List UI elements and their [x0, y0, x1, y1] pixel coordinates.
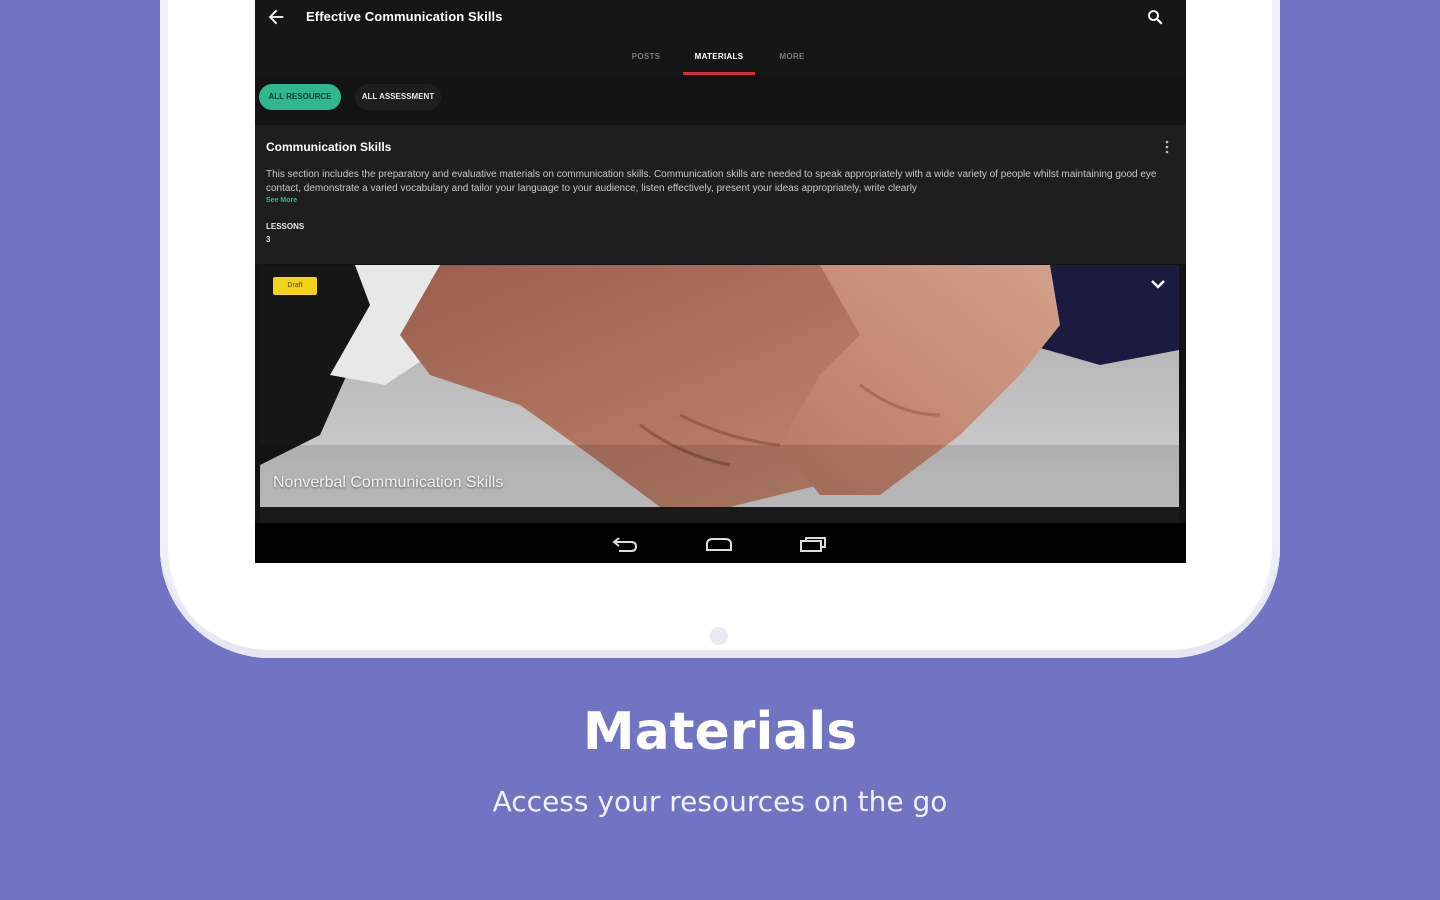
- list-footer: [260, 507, 1179, 523]
- nav-recents-icon[interactable]: [798, 535, 828, 553]
- see-more-link[interactable]: See More: [266, 197, 297, 204]
- nav-back-icon[interactable]: [611, 535, 639, 553]
- filter-chip-row: ALL RESOURCE ALL ASSESSMENT: [255, 75, 1186, 125]
- section-title: Communication Skills: [266, 140, 392, 154]
- material-card-title: Nonverbal Communication Skills: [273, 474, 504, 491]
- tab-bar: POSTS MATERIALS MORE: [255, 48, 1186, 75]
- tab-materials[interactable]: MATERIALS: [683, 48, 755, 75]
- caption-title: Materials: [582, 702, 858, 762]
- material-card[interactable]: Draft Nonverbal Communication Skills: [260, 265, 1179, 507]
- nav-home-icon[interactable]: [704, 535, 734, 553]
- system-nav-bar: [255, 523, 1186, 563]
- section-description: This section includes the preparatory an…: [266, 169, 1157, 194]
- caption-subtitle: Access your resources on the go: [492, 785, 948, 818]
- page-title: Effective Communication Skills: [306, 9, 503, 24]
- app-screen: Effective Communication Skills POSTS MAT…: [255, 0, 1186, 563]
- handshake-image: [260, 265, 1179, 507]
- all-assessment-chip[interactable]: ALL ASSESSMENT: [355, 84, 441, 110]
- lessons-label: LESSONS: [266, 222, 305, 231]
- draft-badge: Draft: [273, 277, 317, 295]
- search-icon[interactable]: [1146, 8, 1164, 26]
- chevron-down-icon[interactable]: [1149, 277, 1167, 291]
- arrow-back-icon[interactable]: [265, 6, 287, 28]
- all-resource-chip[interactable]: ALL RESOURCE: [259, 84, 341, 110]
- tablet-home-button: [710, 627, 728, 645]
- more-vert-icon[interactable]: [1164, 139, 1170, 155]
- section-card: Communication Skills This section includ…: [255, 125, 1186, 264]
- app-bar: Effective Communication Skills POSTS MAT…: [255, 0, 1186, 75]
- lessons-count: 3: [266, 235, 271, 244]
- tab-posts[interactable]: POSTS: [621, 48, 671, 75]
- tab-more[interactable]: MORE: [767, 48, 817, 75]
